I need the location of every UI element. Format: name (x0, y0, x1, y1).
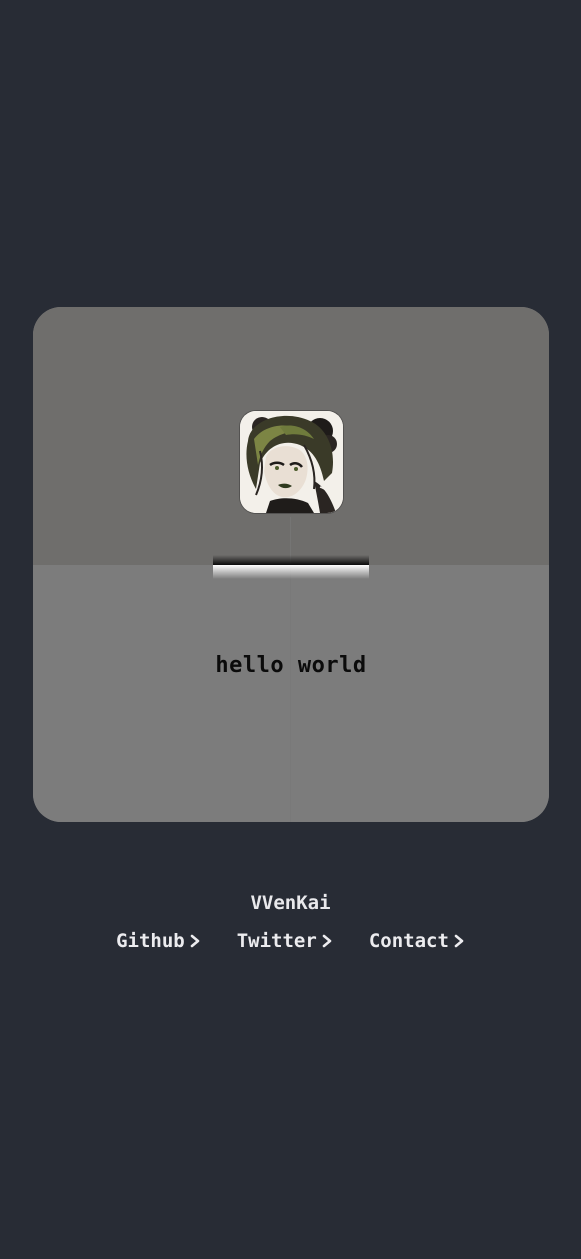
avatar-illustration (240, 411, 343, 513)
light-glow (213, 565, 369, 579)
contact-link-label: Contact (368, 930, 449, 952)
twitter-link-label: Twitter (236, 930, 317, 952)
card-greeting-text: hello world (215, 653, 367, 678)
avatar (240, 411, 343, 513)
hero-card: hello world (33, 307, 549, 822)
twitter-link[interactable]: Twitter (237, 930, 333, 952)
light-slit (213, 555, 369, 565)
page: hello world VVenKai Github Twitter Conta… (0, 0, 581, 1259)
chevron-right-icon (454, 934, 464, 948)
chevron-right-icon (190, 934, 200, 948)
chevron-right-icon (322, 934, 332, 948)
github-link[interactable]: Github (116, 930, 201, 952)
profile-name: VVenKai (250, 892, 331, 914)
contact-link[interactable]: Contact (369, 930, 465, 952)
social-links: Github Twitter Contact (0, 930, 581, 952)
github-link-label: Github (116, 930, 185, 952)
card-light-gradient (33, 565, 549, 822)
